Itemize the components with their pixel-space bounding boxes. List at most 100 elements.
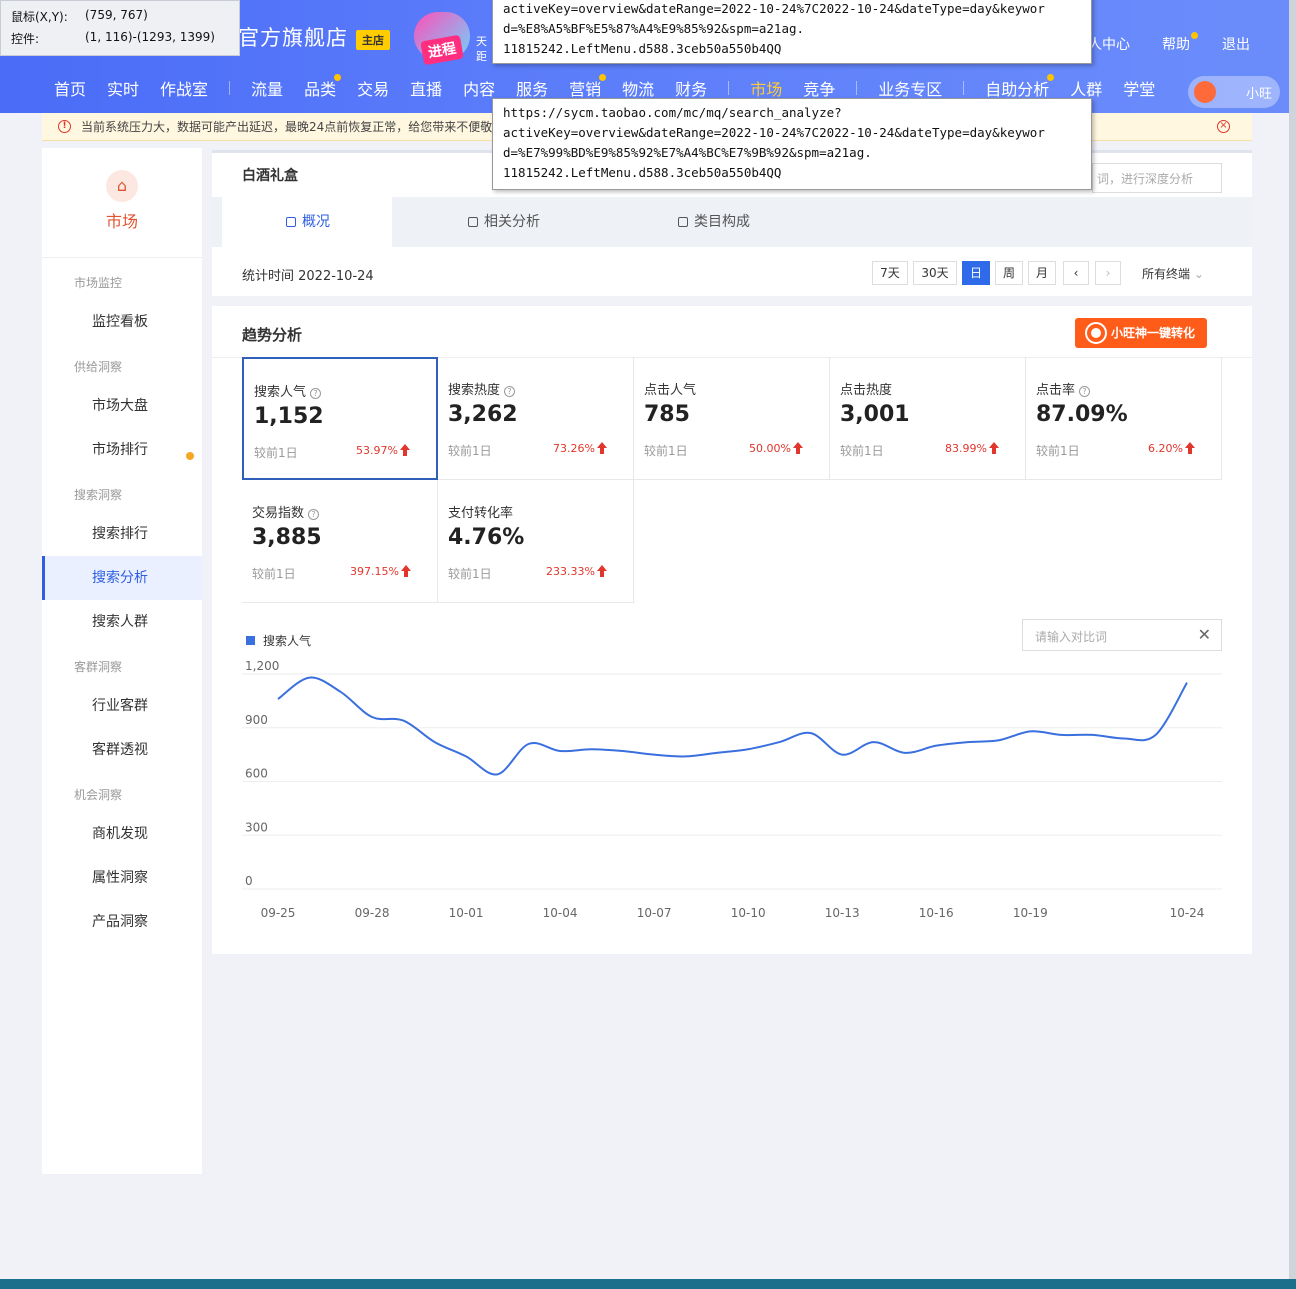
tab-related-analysis[interactable]: 相关分析: [468, 197, 628, 247]
metric-change: 53.97%: [356, 444, 398, 457]
metric-compare-label: 较前1日: [448, 444, 492, 458]
metric-label: 点击率?: [1036, 379, 1091, 398]
tab-category-composition[interactable]: 类目构成: [678, 197, 838, 247]
taskbar-edge: [0, 1279, 1296, 1289]
metric-card[interactable]: 交易指数? 3,885 较前1日 397.15%: [242, 480, 438, 603]
legend-swatch: [246, 636, 255, 645]
up-arrow-icon: [1185, 442, 1195, 454]
date-month-button[interactable]: 月: [1028, 261, 1056, 285]
metric-change: 73.26%: [553, 442, 595, 455]
nav-business-zone[interactable]: 业务专区: [878, 76, 942, 100]
deep-analysis-input[interactable]: 词，进行深度分析: [1092, 163, 1222, 193]
nav-marketing[interactable]: 营销: [569, 74, 607, 100]
convert-button[interactable]: 小旺神一键转化: [1075, 318, 1207, 348]
metric-value: 3,001: [840, 402, 910, 427]
nav-competition[interactable]: 竞争: [803, 76, 835, 100]
metric-compare-label: 较前1日: [644, 444, 688, 458]
sidebar-item-industry-customers[interactable]: 行业客群: [42, 684, 202, 728]
nav-home[interactable]: 首页: [54, 76, 86, 100]
date-week-button[interactable]: 周: [995, 261, 1023, 285]
metric-compare-label: 较前1日: [448, 567, 492, 581]
help-icon[interactable]: ?: [308, 509, 320, 520]
help-icon[interactable]: ?: [310, 388, 322, 399]
sidebar-item-customer-insight[interactable]: 客群透视: [42, 728, 202, 772]
y-tick-label: 900: [245, 713, 268, 727]
sidebar-item-search-crowd[interactable]: 搜索人群: [42, 600, 202, 644]
nav-traffic[interactable]: 流量: [251, 76, 283, 100]
sidebar-item-monitor-board[interactable]: 监控看板: [42, 300, 202, 344]
sidebar-item-market-ranking[interactable]: 市场排行: [42, 428, 202, 472]
nav-market[interactable]: 市场: [750, 76, 782, 100]
inspector-overlay: 鼠标(X,Y): (759, 767) 控件: (1, 116)-(1293, …: [0, 0, 240, 56]
xiaowang-assistant-button[interactable]: 小旺: [1188, 76, 1280, 108]
nav-live[interactable]: 直播: [410, 76, 442, 100]
up-arrow-icon: [793, 442, 803, 454]
series-line[interactable]: [277, 676, 1188, 776]
terminal-select[interactable]: 所有终端 ⌄: [1142, 265, 1204, 282]
sidebar-item-market-overview[interactable]: 市场大盘: [42, 384, 202, 428]
bag-icon: [468, 217, 478, 227]
metric-card[interactable]: 点击热度 3,001 较前1日 83.99%: [830, 357, 1026, 480]
sidebar-item-opportunity[interactable]: 商机发现: [42, 812, 202, 856]
sidebar-item-product-insight[interactable]: 产品洞察: [42, 900, 202, 944]
x-tick-label: 10-07: [637, 906, 672, 920]
y-tick-label: 600: [245, 767, 268, 781]
prev-date-button[interactable]: ‹: [1063, 261, 1089, 285]
next-date-button[interactable]: ›: [1095, 261, 1121, 285]
x-tick-label: 10-19: [1013, 906, 1048, 920]
date-controls: 统计时间 2022-10-24 7天 30天 日 周 月 ‹ › 所有终端 ⌄: [212, 247, 1252, 299]
store-badge: 主店: [356, 30, 390, 50]
metric-card[interactable]: 支付转化率 4.76% 较前1日 233.33%: [438, 480, 634, 603]
nav-self-analysis[interactable]: 自助分析: [985, 74, 1055, 100]
control-label: 控件:: [11, 32, 40, 46]
help-icon[interactable]: ?: [1079, 386, 1091, 397]
promo-banner[interactable]: 进程 天距: [404, 8, 494, 66]
sidebar-item-attribute-insight[interactable]: 属性洞察: [42, 856, 202, 900]
help-icon[interactable]: ?: [504, 386, 516, 397]
bag-icon: [286, 217, 296, 227]
notice-dot-icon: [186, 452, 194, 460]
trend-card: 趋势分析 小旺神一键转化 搜索人气? 1,152 较前1日 53.97% 搜索热度? 3,…: [212, 306, 1252, 954]
window-edge: [1289, 0, 1296, 1289]
logout-link[interactable]: 退出: [1222, 34, 1250, 54]
sidebar-item-search-analysis[interactable]: 搜索分析: [42, 556, 202, 600]
trend-chart[interactable]: 0 300 600 900 1,200 09-25 09-28 10-01 10-04 10-07…: [212, 646, 1252, 936]
nav-content[interactable]: 内容: [463, 76, 495, 100]
nav-trade[interactable]: 交易: [357, 76, 389, 100]
metric-card[interactable]: 搜索人气? 1,152 较前1日 53.97%: [242, 357, 438, 480]
date-7days-button[interactable]: 7天: [872, 261, 908, 285]
close-icon[interactable]: ×: [1217, 120, 1230, 133]
sidebar-group-label: 市场监控: [74, 276, 123, 290]
trend-title: 趋势分析: [242, 326, 303, 344]
nav-service[interactable]: 服务: [516, 76, 548, 100]
metric-card[interactable]: 点击人气 785 较前1日 50.00%: [634, 357, 830, 480]
sidebar-group-label: 供给洞察: [74, 360, 123, 374]
notice-dot-icon: [334, 74, 342, 81]
x-tick-label: 10-24: [1170, 906, 1205, 920]
metric-card[interactable]: 搜索热度? 3,262 较前1日 73.26%: [438, 357, 634, 480]
nav-realtime[interactable]: 实时: [107, 76, 139, 100]
nav-logistics[interactable]: 物流: [622, 76, 654, 100]
nav-finance[interactable]: 财务: [675, 76, 707, 100]
metric-change: 83.99%: [945, 442, 987, 455]
date-day-button[interactable]: 日: [962, 261, 990, 285]
tab-overview[interactable]: 概况: [222, 197, 392, 247]
nav-divider: [963, 81, 965, 95]
y-tick-label: 0: [245, 874, 253, 888]
sidebar-group-label: 搜索洞察: [74, 488, 123, 502]
date-30days-button[interactable]: 30天: [913, 261, 957, 285]
nav-category[interactable]: 品类: [304, 74, 342, 100]
sidebar-title: 市场: [105, 212, 138, 231]
metric-value: 3,262: [448, 402, 518, 427]
metric-compare-label: 较前1日: [840, 444, 884, 458]
nav-academy[interactable]: 学堂: [1123, 76, 1155, 100]
nav-war-room[interactable]: 作战室: [160, 76, 208, 100]
metric-card[interactable]: 点击率? 87.09% 较前1日 6.20%: [1026, 357, 1222, 480]
help-link[interactable]: 帮助: [1162, 32, 1198, 54]
nav-crowd[interactable]: 人群: [1070, 76, 1102, 100]
store-name[interactable]: 官方旗舰店: [238, 22, 348, 52]
close-icon[interactable]: ✕: [1198, 625, 1211, 644]
sidebar-item-search-ranking[interactable]: 搜索排行: [42, 512, 202, 556]
personal-center-link[interactable]: 人中心: [1088, 34, 1130, 54]
alert-text: 当前系统压力大，数据可能产出延迟，最晚24点前恢复正常，给您带来不便敬: [81, 120, 493, 134]
